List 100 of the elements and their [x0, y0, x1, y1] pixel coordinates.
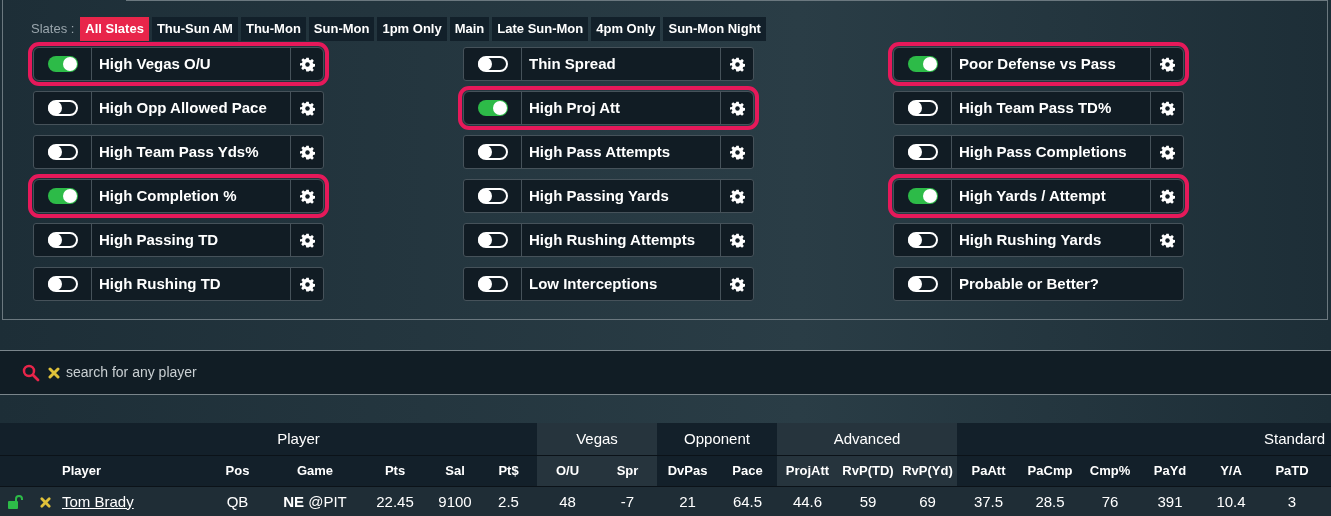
column-header: RvP(TD) — [838, 456, 898, 486]
filter-label: High Passing Yards — [528, 185, 670, 206]
slate-tab[interactable]: Sun-Mon Night — [663, 17, 766, 41]
settings-icon[interactable] — [299, 144, 315, 160]
toggle-switch[interactable] — [907, 232, 938, 248]
table-cell-text: 44.6 — [791, 491, 824, 512]
toggle-switch[interactable] — [477, 56, 508, 72]
column-header: Spr — [598, 456, 657, 486]
filter-label: High Rushing Attempts — [528, 229, 697, 250]
table-cell-text: 59 — [858, 491, 878, 512]
toggle-switch[interactable] — [47, 100, 78, 116]
column-header: RvP(Yd) — [898, 456, 957, 486]
column-header: Player — [61, 462, 103, 481]
settings-icon[interactable] — [729, 56, 745, 72]
player-link[interactable]: Tom Brady — [62, 490, 134, 514]
table-cell-text: 10.4 — [1215, 491, 1247, 512]
column-header: PaYd — [1152, 462, 1188, 481]
settings-icon[interactable] — [1159, 100, 1175, 116]
slate-tab[interactable]: Thu-Sun AM — [151, 17, 238, 41]
filter-label: High Completion % — [98, 185, 238, 206]
settings-icon[interactable] — [1159, 56, 1175, 72]
toggle-switch[interactable] — [47, 276, 78, 292]
settings-icon[interactable] — [299, 100, 315, 116]
slate-tab[interactable]: 1pm Only — [377, 17, 447, 41]
settings-icon[interactable] — [729, 144, 745, 160]
search-icon[interactable] — [22, 363, 40, 382]
column-header: Game — [295, 462, 335, 481]
toggle-switch[interactable] — [47, 188, 78, 204]
column-header: Pace — [731, 462, 764, 481]
filter-label: High Team Pass Yds% — [98, 141, 260, 162]
table-cell-text: -7 — [619, 491, 636, 512]
slate-tab[interactable]: 4pm Only — [591, 17, 661, 41]
toggle-switch[interactable] — [477, 188, 508, 204]
filter-label: High Proj Att — [528, 97, 622, 118]
slate-tab[interactable]: Main — [449, 17, 490, 41]
slate-tab[interactable]: Thu-Mon — [240, 17, 306, 41]
column-header: PaAtt — [970, 462, 1007, 481]
column-header: DvPas — [666, 462, 709, 481]
settings-icon[interactable] — [299, 232, 315, 248]
table-cell-text: 64.5 — [731, 491, 764, 512]
slates-label: Slates : — [31, 20, 75, 39]
column-header: ProjAtt — [777, 456, 838, 486]
table-cell-text: 76 — [1100, 491, 1120, 512]
settings-icon[interactable] — [729, 100, 745, 116]
settings-icon[interactable] — [729, 276, 745, 292]
filter-label: High Rushing TD — [98, 273, 222, 294]
filter-label: High Rushing Yards — [958, 229, 1103, 250]
toggle-switch[interactable] — [47, 232, 78, 248]
filter-label: Poor Defense vs Pass — [958, 53, 1117, 74]
settings-icon[interactable] — [299, 276, 315, 292]
settings-icon[interactable] — [729, 188, 745, 204]
group-header: Player — [276, 428, 321, 449]
unlocked-icon[interactable] — [7, 495, 23, 509]
column-header: Y/A — [1219, 462, 1243, 481]
filter-label: High Passing TD — [98, 229, 220, 250]
toggle-switch[interactable] — [907, 100, 938, 116]
column-header: Cmp% — [1088, 462, 1132, 481]
table-cell-text: 69 — [918, 491, 937, 512]
group-header: Standard — [1263, 428, 1326, 449]
table-cell-text: NE @PIT — [282, 491, 348, 512]
column-header: PaCmp — [1026, 462, 1074, 481]
table-cell-text: 21 — [678, 491, 697, 512]
toggle-switch[interactable] — [907, 188, 938, 204]
column-header: Pt$ — [497, 462, 520, 481]
column-header: PaTD — [1274, 462, 1310, 481]
table-cell-text: 37.5 — [972, 491, 1005, 512]
search-field[interactable]: search for any player — [66, 362, 466, 383]
filter-label: High Pass Completions — [958, 141, 1128, 162]
toggle-switch[interactable] — [477, 276, 508, 292]
filter-label: High Yards / Attempt — [958, 185, 1107, 206]
toggle-switch[interactable] — [477, 100, 508, 116]
filter-label: High Team Pass TD% — [958, 97, 1113, 118]
settings-icon[interactable] — [299, 188, 315, 204]
settings-icon[interactable] — [1159, 188, 1175, 204]
settings-icon[interactable] — [299, 56, 315, 72]
table-cell-text: QB — [225, 491, 250, 512]
filter-label: High Pass Attempts — [528, 141, 672, 162]
toggle-switch[interactable] — [907, 276, 938, 292]
table-cell-text: 22.45 — [375, 491, 415, 512]
toggle-switch[interactable] — [907, 56, 938, 72]
toggle-switch[interactable] — [47, 56, 78, 72]
remove-icon[interactable] — [39, 496, 51, 508]
settings-icon[interactable] — [729, 232, 745, 248]
settings-icon[interactable] — [1159, 232, 1175, 248]
group-header: Advanced — [777, 423, 957, 455]
group-header: Opponent — [683, 428, 751, 449]
clear-icon[interactable] — [48, 366, 60, 379]
filter-label: Thin Spread — [528, 53, 617, 74]
table-cell-text: 48 — [558, 491, 577, 512]
slate-tab[interactable]: All Slates — [80, 17, 149, 41]
group-header: Vegas — [537, 423, 657, 455]
settings-icon[interactable] — [1159, 144, 1175, 160]
slate-tab[interactable]: Late Sun-Mon — [492, 17, 589, 41]
filter-label: Probable or Better? — [958, 273, 1101, 294]
slate-tab[interactable]: Sun-Mon — [308, 17, 375, 41]
table-cell-text: 3 — [1286, 491, 1298, 512]
toggle-switch[interactable] — [907, 144, 938, 160]
toggle-switch[interactable] — [477, 144, 508, 160]
toggle-switch[interactable] — [47, 144, 78, 160]
toggle-switch[interactable] — [477, 232, 508, 248]
